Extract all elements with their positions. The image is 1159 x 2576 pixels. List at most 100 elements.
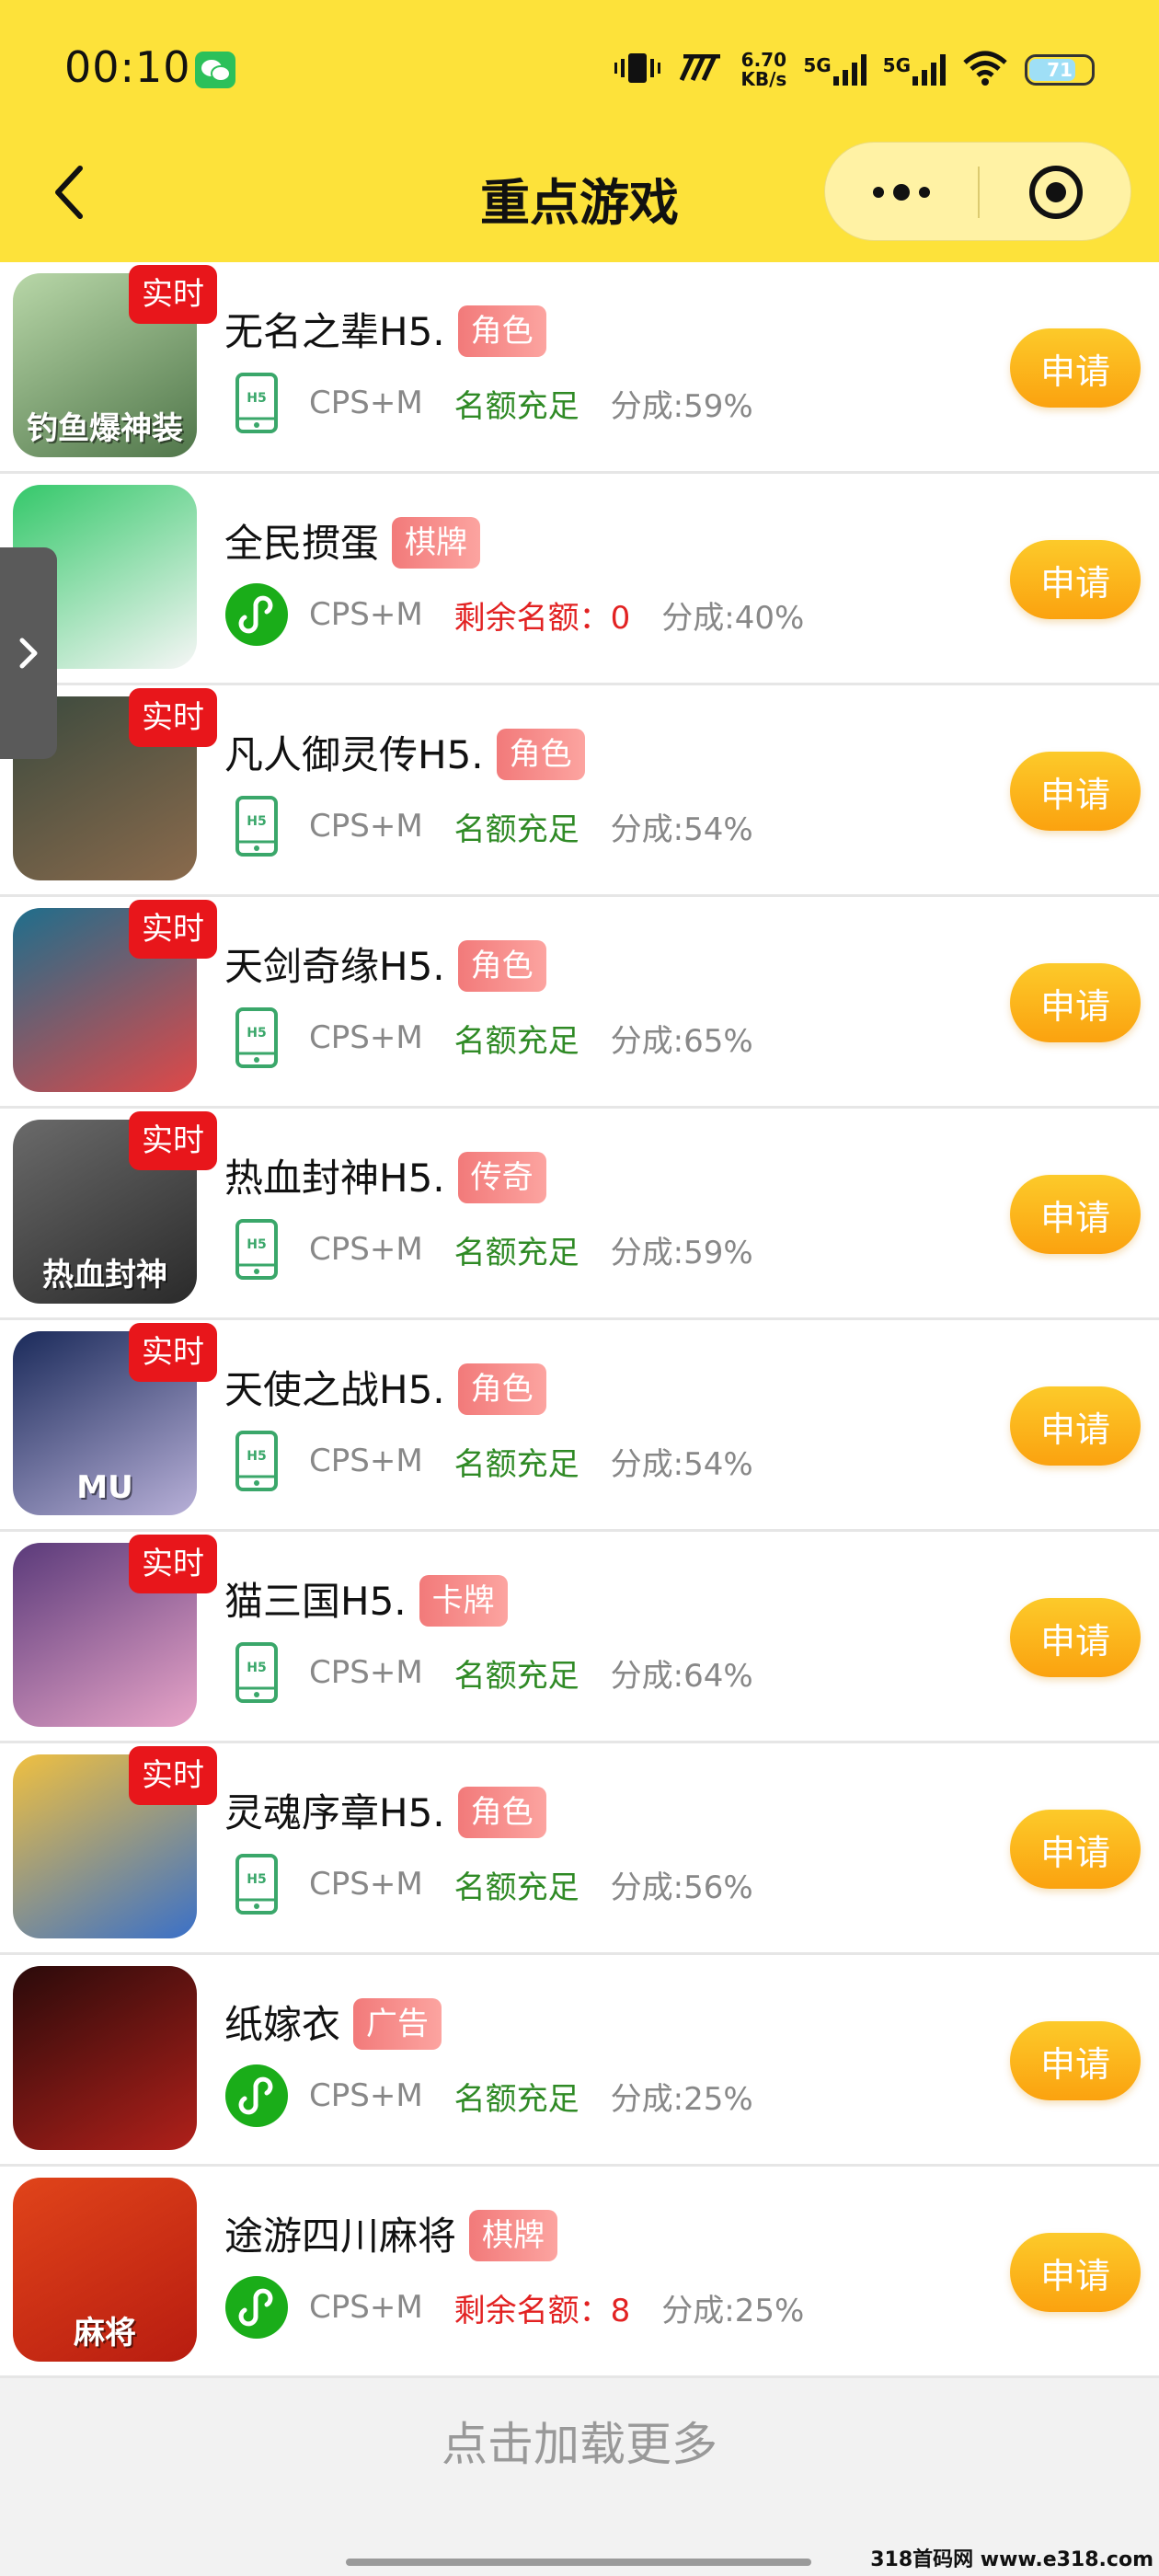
- revenue-share: 分成:25%: [661, 2292, 805, 2329]
- quota-status: 剩余名额：0: [453, 599, 631, 637]
- game-meta: H5 CPS+M 名额充足 分成:59%: [224, 371, 753, 435]
- game-name[interactable]: 凡人御灵传H5.: [224, 732, 484, 777]
- h5-phone-icon: H5: [224, 1640, 289, 1705]
- game-meta: CPS+M 剩余名额：0 分成:40%: [224, 582, 804, 647]
- game-name[interactable]: 天剑奇缘H5.: [224, 944, 445, 989]
- game-name-line: 天剑奇缘H5. 角色: [224, 936, 546, 992]
- svg-text:H5: H5: [247, 1449, 266, 1464]
- revenue-share: 分成:25%: [610, 2080, 753, 2118]
- quota-status: 名额充足: [453, 1022, 580, 1060]
- apply-button[interactable]: 申请: [1010, 2021, 1141, 2100]
- mini-program-icon: [224, 2275, 289, 2340]
- h5-phone-icon: H5: [224, 371, 289, 435]
- apply-button[interactable]: 申请: [1010, 752, 1141, 831]
- settlement-type: CPS+M: [309, 808, 423, 845]
- apply-button[interactable]: 申请: [1010, 540, 1141, 619]
- signal-2: 5G: [883, 54, 946, 86]
- revenue-share: 分成:65%: [610, 1022, 753, 1060]
- h5-phone-icon: H5: [224, 1429, 289, 1493]
- wifi-icon: [962, 50, 1008, 90]
- quota-status: 名额充足: [453, 1445, 580, 1483]
- game-row[interactable]: 实时 天剑奇缘H5. 角色 H5 CPS+M 名额充足 分成:65% 申请: [0, 897, 1159, 1109]
- settlement-type: CPS+M: [309, 2289, 423, 2326]
- game-name[interactable]: 热血封神H5.: [224, 1156, 445, 1201]
- signal-bars-icon: [832, 54, 866, 86]
- game-row[interactable]: 全民掼蛋 棋牌 CPS+M 剩余名额：0 分成:40% 申请: [0, 474, 1159, 685]
- game-name-line: 热血封神H5. 传奇: [224, 1147, 546, 1203]
- game-name[interactable]: 猫三国H5.: [224, 1579, 407, 1624]
- game-row[interactable]: 热血封神 实时 热血封神H5. 传奇 H5 CPS+M 名额充足 分成:59% 申请: [0, 1109, 1159, 1320]
- apply-button[interactable]: 申请: [1010, 1598, 1141, 1677]
- battery-icon: 71: [1025, 54, 1095, 86]
- apply-button[interactable]: 申请: [1010, 1810, 1141, 1889]
- header-area: 00:10 6.70 KB/s 5G 5G 71 重点游戏: [0, 0, 1159, 262]
- game-row[interactable]: 实时 猫三国H5. 卡牌 H5 CPS+M 名额充足 分成:64% 申请: [0, 1532, 1159, 1743]
- quota-status: 名额充足: [453, 387, 580, 425]
- realtime-badge: 实时: [129, 1111, 217, 1170]
- svg-text:H5: H5: [247, 391, 266, 406]
- watermark: 318首码网 www.e318.com: [870, 2548, 1153, 2571]
- game-name[interactable]: 全民掼蛋: [224, 521, 379, 566]
- game-icon[interactable]: [13, 1966, 197, 2150]
- quota-status: 剩余名额：8: [453, 2292, 631, 2329]
- revenue-share: 分成:54%: [610, 811, 753, 848]
- genre-tag: 角色: [457, 1787, 546, 1838]
- signal-bars-icon: [912, 54, 946, 86]
- game-row[interactable]: MU 实时 天使之战H5. 角色 H5 CPS+M 名额充足 分成:54% 申请: [0, 1320, 1159, 1532]
- home-indicator[interactable]: [346, 2559, 811, 2566]
- realtime-badge: 实时: [129, 1746, 217, 1805]
- game-name[interactable]: 途游四川麻将: [224, 2214, 456, 2259]
- genre-tag: 角色: [457, 1363, 546, 1415]
- signal-2-label: 5G: [882, 54, 911, 76]
- game-name[interactable]: 纸嫁衣: [224, 2002, 340, 2047]
- apply-button[interactable]: 申请: [1010, 2233, 1141, 2312]
- game-row[interactable]: 实时 灵魂序章H5. 角色 H5 CPS+M 名额充足 分成:56% 申请: [0, 1743, 1159, 1955]
- close-button[interactable]: [980, 143, 1132, 242]
- game-name-line: 全民掼蛋 棋牌: [224, 512, 481, 569]
- load-more-button[interactable]: 点击加载更多: [0, 2389, 1159, 2500]
- apply-button[interactable]: 申请: [1010, 963, 1141, 1042]
- apply-button[interactable]: 申请: [1010, 328, 1141, 408]
- realtime-badge: 实时: [129, 265, 217, 324]
- svg-text:H5: H5: [247, 1661, 266, 1675]
- genre-tag: 广告: [353, 1998, 442, 2050]
- svg-text:H5: H5: [247, 1026, 266, 1041]
- game-list: 钓鱼爆神装 实时 无名之辈H5. 角色 H5 CPS+M 名额充足 分成:59% 申请 全民掼蛋棋…: [0, 262, 1159, 2378]
- mini-program-capsule: [824, 142, 1131, 241]
- game-meta: H5 CPS+M 名额充足 分成:54%: [224, 794, 753, 858]
- svg-text:H5: H5: [247, 814, 266, 829]
- mini-program-icon: [224, 582, 289, 647]
- realtime-badge: 实时: [129, 900, 217, 959]
- game-name[interactable]: 无名之辈H5.: [224, 309, 445, 354]
- game-row[interactable]: 纸嫁衣 广告 CPS+M 名额充足 分成:25% 申请: [0, 1955, 1159, 2167]
- h5-phone-icon: H5: [224, 1006, 289, 1070]
- game-icon-text: 麻将: [74, 2315, 136, 2352]
- apply-button[interactable]: 申请: [1010, 1175, 1141, 1254]
- genre-tag: 棋牌: [469, 2210, 558, 2261]
- settlement-type: CPS+M: [309, 1654, 423, 1691]
- settlement-type: CPS+M: [309, 1866, 423, 1903]
- game-icon[interactable]: 麻将: [13, 2178, 197, 2362]
- more-dots-icon: [873, 184, 930, 201]
- side-expand-tab[interactable]: [0, 547, 57, 759]
- settlement-type: CPS+M: [309, 596, 423, 633]
- realtime-badge: 实时: [129, 1535, 217, 1593]
- game-name[interactable]: 灵魂序章H5.: [224, 1790, 445, 1835]
- nav-bar: 重点游戏: [0, 138, 1159, 262]
- game-row[interactable]: 麻将 途游四川麻将 棋牌 CPS+M 剩余名额：8 分成:25% 申请: [0, 2167, 1159, 2378]
- game-meta: H5 CPS+M 名额充足 分成:56%: [224, 1852, 753, 1916]
- target-close-icon: [1029, 166, 1083, 219]
- wechat-icon: [195, 52, 235, 88]
- clock: 00:10: [64, 42, 191, 92]
- game-row[interactable]: 钓鱼爆神装 实时 无名之辈H5. 角色 H5 CPS+M 名额充足 分成:59% 申请: [0, 262, 1159, 474]
- more-button[interactable]: [825, 143, 978, 242]
- net-speed-value: 6.70: [740, 49, 787, 71]
- svg-text:H5: H5: [247, 1237, 266, 1252]
- game-row[interactable]: 实时 凡人御灵传H5. 角色 H5 CPS+M 名额充足 分成:54% 申请: [0, 685, 1159, 897]
- apply-button[interactable]: 申请: [1010, 1386, 1141, 1466]
- h5-phone-icon: H5: [224, 1852, 289, 1916]
- realtime-badge: 实时: [129, 1323, 217, 1382]
- game-name[interactable]: 天使之战H5.: [224, 1367, 445, 1412]
- signal-1: 5G: [803, 54, 866, 86]
- settlement-type: CPS+M: [309, 1019, 423, 1056]
